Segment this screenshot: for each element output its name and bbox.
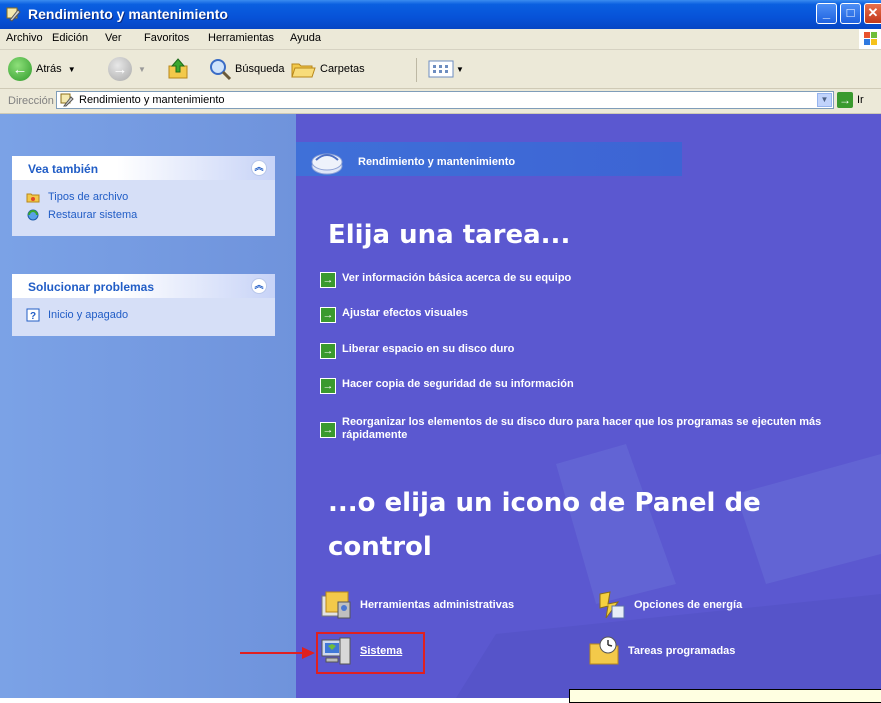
- scheduled-tasks-label: Tareas programadas: [628, 645, 736, 657]
- troubleshoot-header[interactable]: Solucionar problemas ︽: [12, 274, 275, 298]
- section-title: Rendimiento y mantenimiento: [358, 156, 516, 168]
- menu-ayuda[interactable]: Ayuda: [290, 32, 321, 44]
- go-button[interactable]: → Ir: [837, 92, 864, 108]
- maximize-button[interactable]: □: [840, 3, 861, 24]
- task-label: Liberar espacio en su disco duro: [342, 343, 515, 355]
- title-bar: Rendimiento y mantenimiento _ □ ✕: [0, 0, 881, 29]
- task-arrow-icon: →: [320, 272, 336, 288]
- folders-icon: [291, 63, 316, 78]
- address-input[interactable]: Rendimiento y mantenimiento ▼: [56, 91, 834, 109]
- icon-heading-line1: ...o elija un icono de Panel de: [328, 488, 761, 518]
- performance-maintenance-icon: [311, 153, 343, 175]
- svg-text:?: ?: [30, 311, 36, 322]
- power-options-label: Opciones de energía: [634, 599, 743, 611]
- up-folder-button[interactable]: [166, 56, 190, 82]
- main-content-pane: Rendimiento y mantenimiento Elija una ta…: [296, 114, 881, 698]
- link-system-restore[interactable]: Restaurar sistema: [26, 206, 275, 224]
- task-label: Reorganizar los elementos de su disco du…: [342, 416, 822, 441]
- cp-admin-tools[interactable]: Herramientas administrativas: [320, 588, 514, 622]
- task-link-basic-info[interactable]: → Ver información básica acerca de su eq…: [320, 272, 571, 288]
- file-types-label: Tipos de archivo: [48, 191, 129, 203]
- address-bar: Dirección Rendimiento y mantenimiento ▼ …: [0, 89, 881, 114]
- menu-archivo[interactable]: Archivo: [6, 32, 43, 44]
- back-arrow-icon: ←: [8, 57, 32, 81]
- up-folder-icon: [168, 58, 188, 79]
- see-also-title: Vea también: [28, 162, 99, 176]
- back-button[interactable]: ← Atrás ▼: [8, 56, 76, 82]
- address-label: Dirección: [8, 95, 54, 107]
- go-label: Ir: [857, 94, 864, 106]
- control-panel-app-icon: [6, 7, 21, 22]
- admin-tools-icon: [321, 591, 351, 619]
- collapse-icon[interactable]: ︽: [251, 278, 267, 294]
- link-file-types[interactable]: Tipos de archivo: [26, 188, 275, 206]
- task-link-visual-effects[interactable]: → Ajustar efectos visuales: [320, 307, 468, 323]
- task-label: Ver información básica acerca de su equi…: [342, 272, 572, 284]
- admin-tools-label: Herramientas administrativas: [360, 599, 515, 611]
- task-arrow-icon: →: [320, 378, 336, 394]
- system-restore-icon: [27, 209, 39, 221]
- minimize-button[interactable]: _: [816, 3, 837, 24]
- task-link-backup[interactable]: → Hacer copia de seguridad de su informa…: [320, 378, 574, 394]
- cp-power-options[interactable]: Opciones de energía: [594, 588, 742, 622]
- close-button[interactable]: ✕: [864, 3, 881, 24]
- task-link-defragment[interactable]: → Reorganizar los elementos de su disco …: [320, 416, 865, 442]
- file-types-icon: [26, 193, 40, 203]
- task-label: Hacer copia de seguridad de su informaci…: [342, 378, 574, 390]
- help-icon: ?: [26, 308, 40, 322]
- left-task-pane: Vea también ︽ Tipos de archivo Restaurar…: [0, 114, 296, 698]
- windows-logo-icon: [859, 29, 881, 49]
- folders-button[interactable]: Carpetas: [290, 56, 365, 82]
- forward-arrow-icon: →: [108, 57, 132, 81]
- forward-button[interactable]: → ▼: [108, 56, 146, 82]
- views-icon: [428, 60, 454, 78]
- see-also-panel: Vea también ︽ Tipos de archivo Restaurar…: [12, 156, 275, 236]
- menu-ver[interactable]: Ver: [105, 32, 122, 44]
- folders-label: Carpetas: [320, 63, 365, 75]
- search-label: Búsqueda: [235, 63, 285, 75]
- power-options-icon: [599, 591, 625, 619]
- cp-scheduled-tasks[interactable]: Tareas programadas: [588, 634, 735, 668]
- icon-heading-line2: control: [328, 532, 432, 562]
- highlight-box: [316, 632, 425, 674]
- collapse-icon[interactable]: ︽: [251, 160, 267, 176]
- back-dropdown-icon[interactable]: ▼: [68, 65, 76, 74]
- menu-bar: Archivo Edición Ver Favoritos Herramient…: [0, 29, 881, 50]
- toolbar-separator: [416, 58, 417, 82]
- menu-favoritos[interactable]: Favoritos: [144, 32, 189, 44]
- tooltip: [569, 689, 881, 703]
- red-pointer-arrow: [240, 647, 315, 659]
- views-dropdown-icon: ▼: [456, 64, 464, 74]
- address-value: Rendimiento y mantenimiento: [79, 94, 225, 106]
- forward-dropdown-icon[interactable]: ▼: [138, 65, 146, 74]
- views-button[interactable]: ▼: [428, 56, 464, 82]
- scheduled-tasks-icon: [589, 636, 619, 665]
- menu-edicion[interactable]: Edición: [52, 32, 88, 44]
- toolbar: ← Atrás ▼ → ▼ Búsqueda Carpetas ▼: [0, 50, 881, 89]
- system-restore-label: Restaurar sistema: [48, 209, 138, 221]
- menu-herramientas[interactable]: Herramientas: [208, 32, 274, 44]
- task-heading: Elija una tarea...: [328, 220, 571, 250]
- troubleshoot-title: Solucionar problemas: [28, 280, 155, 294]
- back-label: Atrás: [36, 63, 62, 75]
- see-also-header[interactable]: Vea también ︽: [12, 156, 275, 180]
- link-startup-shutdown[interactable]: ? Inicio y apagado: [26, 306, 275, 324]
- troubleshoot-panel: Solucionar problemas ︽ ? Inicio y apagad…: [12, 274, 275, 336]
- task-arrow-icon: →: [320, 307, 336, 323]
- task-arrow-icon: →: [320, 343, 336, 359]
- address-dropdown-icon[interactable]: ▼: [817, 93, 832, 107]
- task-arrow-icon: →: [320, 422, 336, 438]
- task-link-free-disk-space[interactable]: → Liberar espacio en su disco duro: [320, 343, 514, 359]
- control-panel-small-icon: [60, 93, 74, 107]
- task-label: Ajustar efectos visuales: [342, 307, 468, 319]
- search-button[interactable]: Búsqueda: [208, 56, 285, 82]
- startup-shutdown-label: Inicio y apagado: [48, 309, 129, 321]
- go-arrow-icon: →: [837, 92, 853, 108]
- search-icon: [210, 59, 232, 81]
- window-title: Rendimiento y mantenimiento: [28, 6, 228, 22]
